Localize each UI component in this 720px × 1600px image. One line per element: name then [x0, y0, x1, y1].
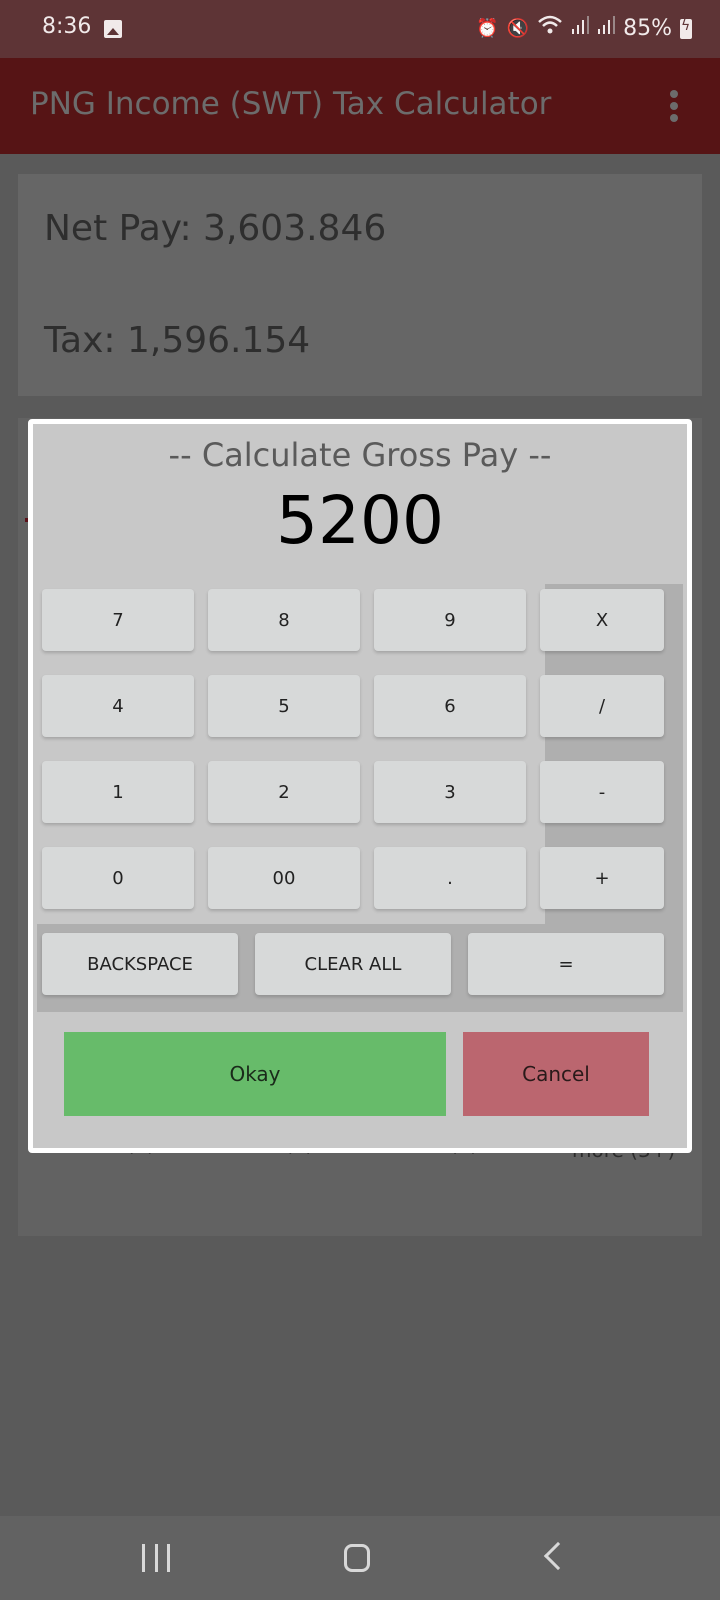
tax-text: Tax: 1,596.154 [44, 320, 311, 361]
key-3[interactable]: 3 [374, 761, 526, 823]
key-8[interactable]: 8 [208, 589, 360, 651]
app-bar: PNG Income (SWT) Tax Calculator [0, 58, 720, 154]
dialog-title: -- Calculate Gross Pay -- [168, 436, 552, 474]
battery-charging-icon [680, 18, 692, 39]
back-icon[interactable] [543, 1541, 573, 1571]
alarm-icon: ⏰ [476, 17, 499, 39]
key-4[interactable]: 4 [42, 675, 194, 737]
navigation-bar [0, 1516, 720, 1600]
wifi-icon [537, 14, 563, 43]
key-divide[interactable]: / [540, 675, 664, 737]
key-minus[interactable]: - [540, 761, 664, 823]
status-icons: ⏰ 🔇 85% [476, 14, 692, 43]
key-decimal[interactable]: . [374, 847, 526, 909]
key-2[interactable]: 2 [208, 761, 360, 823]
signal-icon [571, 15, 590, 42]
signal-icon [597, 15, 616, 42]
results-card: Net Pay: 3,603.846 Tax: 1,596.154 [18, 174, 702, 396]
status-bar: 8:36 ⏰ 🔇 85% [0, 0, 720, 58]
okay-button[interactable]: Okay [64, 1032, 446, 1116]
battery-percent: 85% [623, 16, 672, 41]
gallery-icon [104, 20, 122, 38]
net-pay-text: Net Pay: 3,603.846 [44, 208, 387, 249]
more-vert-icon[interactable] [670, 90, 678, 122]
app-title: PNG Income (SWT) Tax Calculator [30, 86, 552, 122]
recents-icon[interactable] [142, 1540, 170, 1576]
backspace-button[interactable]: BACKSPACE [42, 933, 238, 995]
equals-button[interactable]: = [468, 933, 664, 995]
key-5[interactable]: 5 [208, 675, 360, 737]
cancel-button[interactable]: Cancel [463, 1032, 649, 1116]
status-time: 8:36 [42, 14, 92, 39]
clear-all-button[interactable]: CLEAR ALL [255, 933, 451, 995]
key-1[interactable]: 1 [42, 761, 194, 823]
key-9[interactable]: 9 [374, 589, 526, 651]
key-00[interactable]: 00 [208, 847, 360, 909]
key-plus[interactable]: + [540, 847, 664, 909]
home-icon[interactable] [344, 1544, 370, 1572]
key-multiply[interactable]: X [540, 589, 664, 651]
calculator-display: 5200 [276, 482, 444, 559]
calculator-dialog: -- Calculate Gross Pay -- 5200 7 8 9 X 4… [28, 419, 692, 1153]
key-7[interactable]: 7 [42, 589, 194, 651]
key-6[interactable]: 6 [374, 675, 526, 737]
key-0[interactable]: 0 [42, 847, 194, 909]
vibrate-mute-icon: 🔇 [506, 17, 530, 39]
